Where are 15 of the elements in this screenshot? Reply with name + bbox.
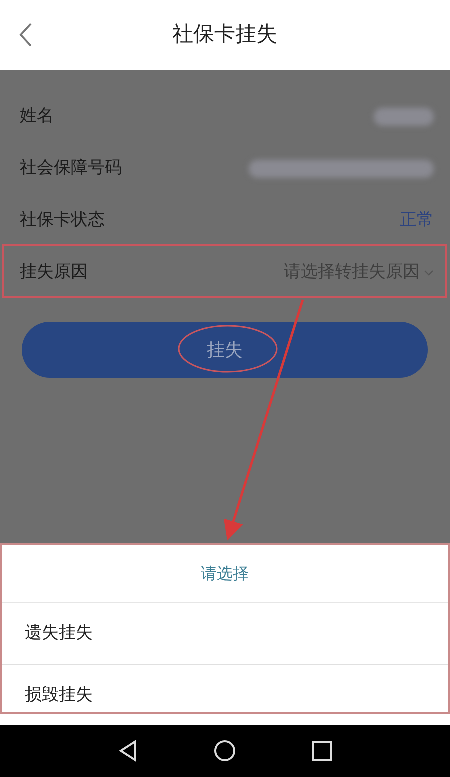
picker-option[interactable]: 损毁挂失 xyxy=(2,665,448,712)
back-nav-icon[interactable] xyxy=(118,740,138,762)
field-label: 社保卡状态 xyxy=(20,209,105,232)
report-loss-button[interactable]: 挂失 xyxy=(22,322,428,378)
home-icon[interactable] xyxy=(214,740,236,762)
status-value: 正常 xyxy=(400,209,434,232)
page-title: 社保卡挂失 xyxy=(172,21,278,48)
redacted-value xyxy=(374,108,434,126)
field-label: 社会保障号码 xyxy=(20,157,122,180)
recent-apps-icon[interactable] xyxy=(312,741,332,761)
picker-option[interactable]: 遗失挂失 xyxy=(2,603,448,665)
field-label: 挂失原因 xyxy=(20,261,88,284)
field-label: 姓名 xyxy=(20,105,54,128)
picker-title: 请选择 xyxy=(201,562,249,584)
chevron-down-icon xyxy=(424,269,434,277)
